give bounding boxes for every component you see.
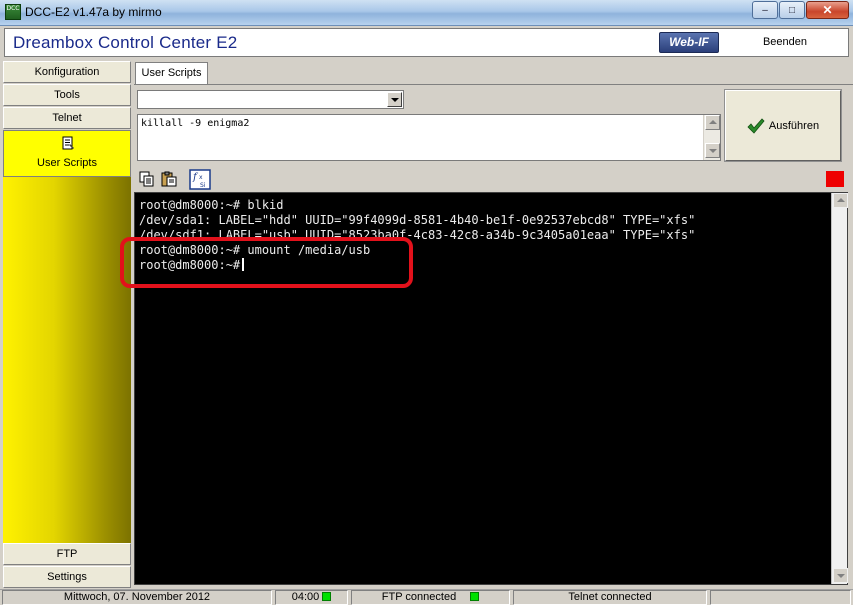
window-title: DCC-E2 v1.47a by mirmo [25,5,162,19]
minimize-icon: – [762,4,768,16]
terminal-line: root@dm8000:~# blkid [139,198,284,212]
paste-icon[interactable] [161,171,177,187]
nav-filler-panel [3,177,131,543]
script-editor[interactable]: killall -9 enigma2 [137,114,721,161]
app-header: Dreambox Control Center E2 Web-IF Beende… [4,28,849,57]
status-ftp: FTP connected [381,591,457,603]
terminal-scrollbar[interactable] [831,193,848,584]
status-telnet: Telnet connected [513,590,707,605]
minimize-button[interactable]: – [752,1,778,19]
status-time-panel: 04:00 [275,590,348,605]
close-button[interactable]: ✕ [806,1,849,19]
copy-icon[interactable] [139,171,155,187]
script-document-icon [62,136,74,150]
checkmark-icon [747,117,765,134]
nav-user-scripts-label: User Scripts [37,157,97,169]
scroll-down-icon[interactable] [705,143,720,158]
nav-konfiguration[interactable]: Konfiguration [3,61,131,83]
app-icon: DCC [5,4,21,20]
connection-indicator [826,171,844,187]
run-script-label: Ausführen [768,119,820,132]
window-title-bar[interactable]: DCC DCC-E2 v1.47a by mirmo – □ ✕ [0,0,853,26]
scroll-up-icon[interactable] [833,193,848,208]
nav-ftp[interactable]: FTP [3,543,131,565]
script-function-icon[interactable]: f x Si [189,169,211,190]
quit-button[interactable]: Beenden [725,32,845,53]
highlight-annotation [120,237,413,288]
maximize-button[interactable]: □ [779,1,805,19]
run-script-button[interactable]: Ausführen [724,89,842,162]
time-led-icon [322,592,332,601]
status-empty-panel [710,590,851,605]
nav-tools[interactable]: Tools [3,84,131,106]
terminal-line: /dev/sda1: LABEL="hdd" UUID="99f4099d-85… [139,213,696,227]
scroll-up-icon[interactable] [705,115,720,130]
script-editor-scrollbar[interactable] [703,115,720,160]
maximize-icon: □ [788,4,796,16]
app-title: Dreambox Control Center E2 [13,33,238,52]
scroll-down-icon[interactable] [833,568,848,583]
script-select[interactable] [137,90,404,109]
nav-settings[interactable]: Settings [3,566,131,588]
status-ftp-panel: FTP connected [351,590,510,605]
svg-text:Si: Si [200,182,206,189]
ftp-led-icon [470,592,480,601]
svg-text:x: x [199,174,203,181]
status-time: 04:00 [291,591,320,603]
chevron-down-icon[interactable] [387,92,402,107]
app-icon-text: DCC [6,5,20,12]
tab-user-scripts[interactable]: User Scripts [135,62,208,84]
status-date: Mittwoch, 07. November 2012 [2,590,272,605]
nav-user-scripts[interactable]: User Scripts [3,130,131,177]
webif-button[interactable]: Web-IF [659,32,719,53]
script-editor-text: killall -9 enigma2 [141,118,250,129]
close-icon: ✕ [822,3,833,17]
nav-telnet[interactable]: Telnet [3,107,131,129]
